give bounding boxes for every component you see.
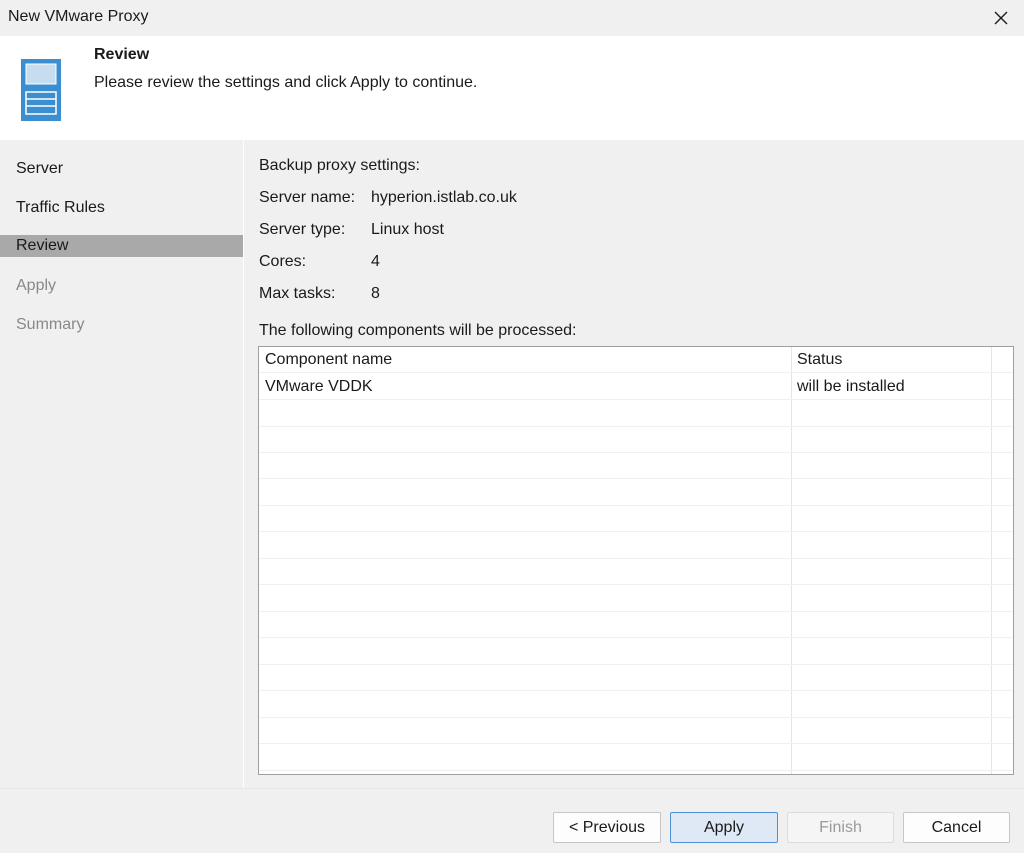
sidebar-item-server[interactable]: Server [0,158,243,180]
column-header-component-name[interactable]: Component name [265,351,392,369]
cores-label: Cores: [259,253,307,270]
sidebar-item-apply: Apply [16,277,57,294]
server-name-value: hyperion.istlab.co.uk [371,189,517,206]
empty-row [259,427,1013,453]
wizard-footer: < Previous Apply Finish Cancel [0,788,1024,853]
empty-row [259,665,1013,691]
empty-row [259,506,1013,532]
empty-row [259,745,1013,771]
window-titlebar: New VMware Proxy [0,0,1024,36]
max-tasks-label: Max tasks: [259,285,336,302]
server-icon [21,59,61,121]
component-status-cell: will be installed [797,378,905,395]
previous-button[interactable]: < Previous [553,812,661,843]
window-title: New VMware Proxy [8,8,149,25]
column-header-status[interactable]: Status [797,351,842,369]
empty-row [259,559,1013,585]
sidebar-item-traffic-rules[interactable]: Traffic Rules [0,197,243,219]
cores-value: 4 [371,253,380,270]
empty-row [259,453,1013,479]
cancel-button[interactable]: Cancel [903,812,1010,843]
server-name-label: Server name: [259,189,356,206]
empty-row [259,401,1013,427]
empty-row [259,639,1013,665]
components-heading: The following components will be process… [259,322,577,339]
empty-row [259,718,1013,744]
page-description: Please review the settings and click App… [94,74,478,91]
wizard-header: Review Please review the settings and cl… [0,36,1024,140]
server-type-value: Linux host [371,221,444,238]
finish-button: Finish [787,812,894,843]
wizard-steps-sidebar: Server Traffic Rules Review Apply Summar… [0,140,244,788]
apply-button[interactable]: Apply [670,812,778,843]
table-header-row: Component name Status [259,347,1013,373]
close-icon [994,11,1008,25]
sidebar-item-summary: Summary [16,316,85,333]
empty-row [259,533,1013,559]
server-type-label: Server type: [259,221,346,238]
empty-row [259,480,1013,506]
empty-row [259,692,1013,718]
max-tasks-value: 8 [371,285,380,302]
sidebar-item-review[interactable]: Review [0,235,243,257]
empty-row [259,586,1013,612]
component-name-cell: VMware VDDK [265,378,373,395]
table-row[interactable]: VMware VDDK will be installed [259,374,1013,400]
empty-row [259,612,1013,638]
page-title: Review [94,46,150,63]
components-table[interactable]: Component name Status VMware VDDK will b… [258,346,1014,775]
settings-heading: Backup proxy settings: [259,157,420,174]
close-button[interactable] [978,0,1024,36]
